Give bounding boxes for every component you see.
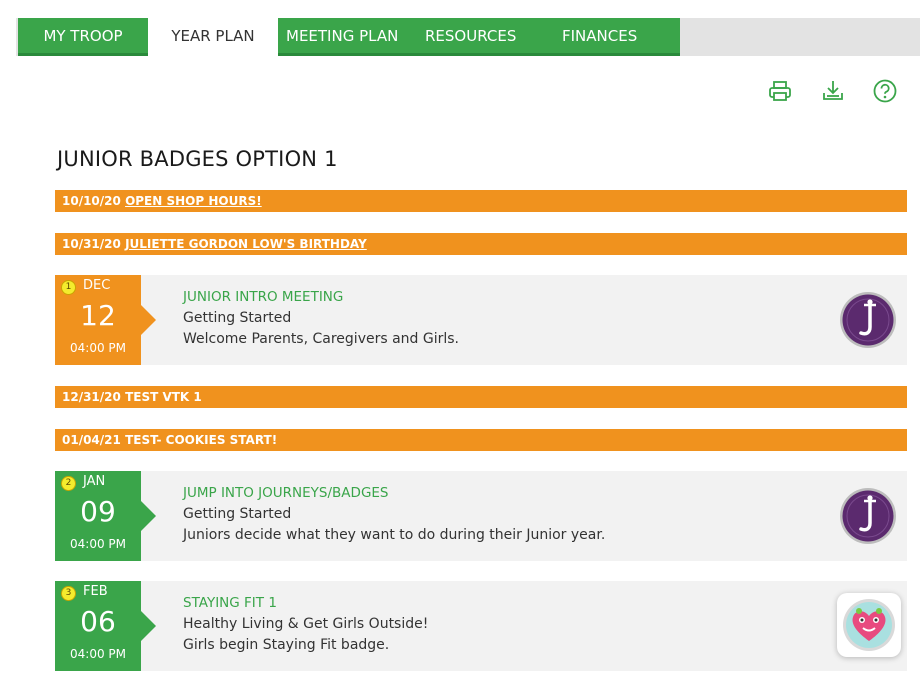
meeting-time: 04:00 PM	[70, 647, 126, 661]
meeting-number-badge: 1	[61, 280, 76, 295]
event-bar-jgl-birthday[interactable]: 10/31/20 JULIETTE GORDON LOW'S BIRTHDAY	[55, 233, 907, 255]
date-arrow	[141, 501, 156, 531]
meeting-day: 12	[80, 299, 116, 332]
meeting-subtitle: Getting Started	[183, 310, 292, 326]
tab-finances[interactable]: FINANCES	[550, 18, 680, 56]
meeting-time: 04:00 PM	[70, 537, 126, 551]
junior-logo-icon[interactable]	[839, 487, 897, 545]
meeting-description: Welcome Parents, Caregivers and Girls.	[183, 331, 460, 347]
date-arrow	[141, 611, 156, 641]
print-icon[interactable]	[767, 78, 793, 104]
meeting-month: JAN	[83, 474, 106, 489]
date-box: 2 JAN 09 04:00 PM	[55, 471, 141, 561]
date-box: 1 DEC 12 04:00 PM	[55, 275, 141, 365]
meeting-row-junior-intro[interactable]: 1 DEC 12 04:00 PM JUNIOR INTRO MEETING G…	[55, 275, 907, 365]
meeting-day: 06	[80, 605, 116, 638]
event-date: 01/04/21	[62, 433, 121, 447]
meeting-month: DEC	[83, 278, 111, 293]
event-date: 10/10/20	[62, 194, 121, 208]
meeting-text: JUNIOR INTRO MEETING Getting Started Wel…	[183, 287, 459, 350]
help-icon[interactable]	[872, 78, 898, 104]
page-title: JUNIOR BADGES OPTION 1	[57, 147, 338, 171]
event-bar-open-shop-hours[interactable]: 10/10/20 OPEN SHOP HOURS!	[55, 190, 907, 212]
meeting-day: 09	[80, 495, 116, 528]
event-date: 12/31/20	[62, 390, 121, 404]
event-name: TEST- COOKIES START!	[125, 433, 278, 447]
meeting-text: JUMP INTO JOURNEYS/BADGES Getting Starte…	[183, 483, 605, 546]
meeting-number-badge: 2	[61, 476, 76, 491]
top-bar: MY TROOP YEAR PLAN MEETING PLAN RESOURCE…	[0, 0, 920, 56]
meeting-description: Girls begin Staying Fit badge.	[183, 637, 390, 653]
meeting-subtitle: Healthy Living & Get Girls Outside!	[183, 616, 429, 632]
event-link[interactable]: OPEN SHOP HOURS!	[125, 194, 262, 208]
meeting-title[interactable]: JUNIOR INTRO MEETING	[183, 287, 459, 308]
tab-year-plan[interactable]: YEAR PLAN	[148, 18, 278, 56]
meeting-row-jump-into-journeys[interactable]: 2 JAN 09 04:00 PM JUMP INTO JOURNEYS/BAD…	[55, 471, 907, 561]
event-bar-cookies-start[interactable]: 01/04/21 TEST- COOKIES START!	[55, 429, 907, 451]
meeting-title[interactable]: STAYING FIT 1	[183, 593, 428, 614]
tab-my-troop[interactable]: MY TROOP	[18, 18, 148, 56]
date-box: 3 FEB 06 04:00 PM	[55, 581, 141, 671]
staying-fit-badge-icon[interactable]	[837, 593, 901, 657]
meeting-month: FEB	[83, 584, 108, 599]
meeting-description: Juniors decide what they want to do duri…	[183, 527, 606, 543]
meeting-title[interactable]: JUMP INTO JOURNEYS/BADGES	[183, 483, 605, 504]
tab-resources[interactable]: RESOURCES	[410, 18, 550, 56]
event-link[interactable]: JULIETTE GORDON LOW'S BIRTHDAY	[125, 237, 367, 251]
meeting-number-badge: 3	[61, 586, 76, 601]
tab-meeting-plan[interactable]: MEETING PLAN	[278, 18, 410, 56]
meeting-subtitle: Getting Started	[183, 506, 292, 522]
meeting-row-staying-fit[interactable]: 3 FEB 06 04:00 PM STAYING FIT 1 Healthy …	[55, 581, 907, 671]
meeting-text: STAYING FIT 1 Healthy Living & Get Girls…	[183, 593, 428, 656]
event-date: 10/31/20	[62, 237, 121, 251]
date-arrow	[141, 305, 156, 335]
junior-logo-icon[interactable]	[839, 291, 897, 349]
main-tabs: MY TROOP YEAR PLAN MEETING PLAN RESOURCE…	[18, 18, 680, 56]
event-bar-test-vtk[interactable]: 12/31/20 TEST VTK 1	[55, 386, 907, 408]
event-name: TEST VTK 1	[125, 390, 202, 404]
meeting-time: 04:00 PM	[70, 341, 126, 355]
download-icon[interactable]	[820, 78, 846, 104]
